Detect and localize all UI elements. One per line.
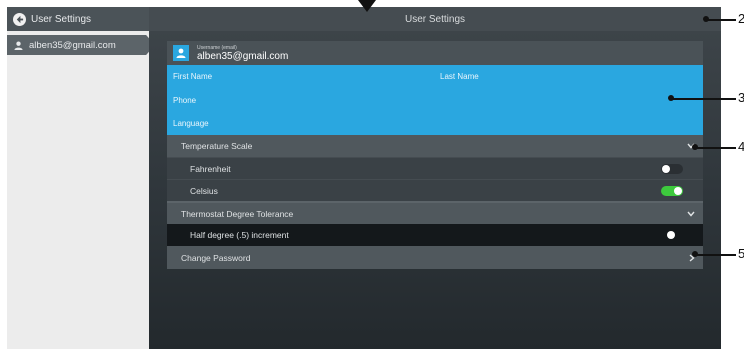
- callout-line: [673, 98, 736, 100]
- sidebar-item-user[interactable]: alben35@gmail.com: [7, 35, 155, 55]
- celsius-toggle[interactable]: [661, 185, 683, 196]
- half-degree-label: Half degree (.5) increment: [190, 230, 289, 240]
- arrow-left-icon: [13, 12, 26, 26]
- pointer-arrow-icon: [358, 0, 376, 12]
- callout-line: [697, 254, 736, 256]
- callout-number: 5: [738, 246, 744, 261]
- sidebar-user-email: alben35@gmail.com: [29, 39, 116, 51]
- sidebar-title: User Settings: [31, 13, 92, 25]
- last-name-field[interactable]: Last Name: [440, 72, 479, 81]
- page-title: User Settings: [404, 13, 466, 25]
- change-password-label: Change Password: [181, 252, 251, 263]
- temperature-scale-label: Temperature Scale: [181, 141, 253, 151]
- celsius-option[interactable]: Celsius: [167, 179, 703, 201]
- callout-line: [708, 19, 736, 21]
- phone-field[interactable]: Phone: [173, 96, 196, 105]
- language-field[interactable]: Language: [173, 119, 209, 128]
- temperature-scale-header[interactable]: Temperature Scale: [167, 135, 703, 157]
- half-degree-option[interactable]: Half degree (.5) increment: [167, 224, 703, 246]
- username-row: Username (email) alben35@gmail.com: [167, 41, 703, 65]
- fahrenheit-toggle[interactable]: [661, 163, 683, 174]
- fahrenheit-option[interactable]: Fahrenheit: [167, 157, 703, 179]
- profile-fields: First Name Last Name Phone Language: [167, 65, 703, 135]
- callout-number: 4: [738, 139, 744, 154]
- callout-number: 3: [738, 90, 744, 105]
- page-header: User Settings: [149, 7, 721, 31]
- celsius-label: Celsius: [190, 185, 218, 196]
- sidebar: User Settings alben35@gmail.com: [7, 7, 155, 349]
- person-icon: [14, 41, 23, 50]
- degree-tolerance-label: Thermostat Degree Tolerance: [181, 208, 294, 219]
- avatar: [173, 45, 189, 61]
- settings-card: Username (email) alben35@gmail.com First…: [167, 41, 703, 269]
- change-password-row[interactable]: Change Password: [167, 246, 703, 269]
- sidebar-back-button[interactable]: User Settings: [7, 7, 149, 31]
- username-value: alben35@gmail.com: [197, 50, 289, 62]
- callout-number: 2: [738, 11, 744, 26]
- fahrenheit-label: Fahrenheit: [190, 163, 231, 174]
- degree-tolerance-header[interactable]: Thermostat Degree Tolerance: [167, 203, 703, 224]
- person-icon: [176, 48, 186, 58]
- callout-line: [697, 147, 736, 149]
- half-degree-toggle[interactable]: [667, 231, 675, 239]
- first-name-field[interactable]: First Name: [173, 72, 212, 81]
- chevron-down-icon: [687, 211, 695, 217]
